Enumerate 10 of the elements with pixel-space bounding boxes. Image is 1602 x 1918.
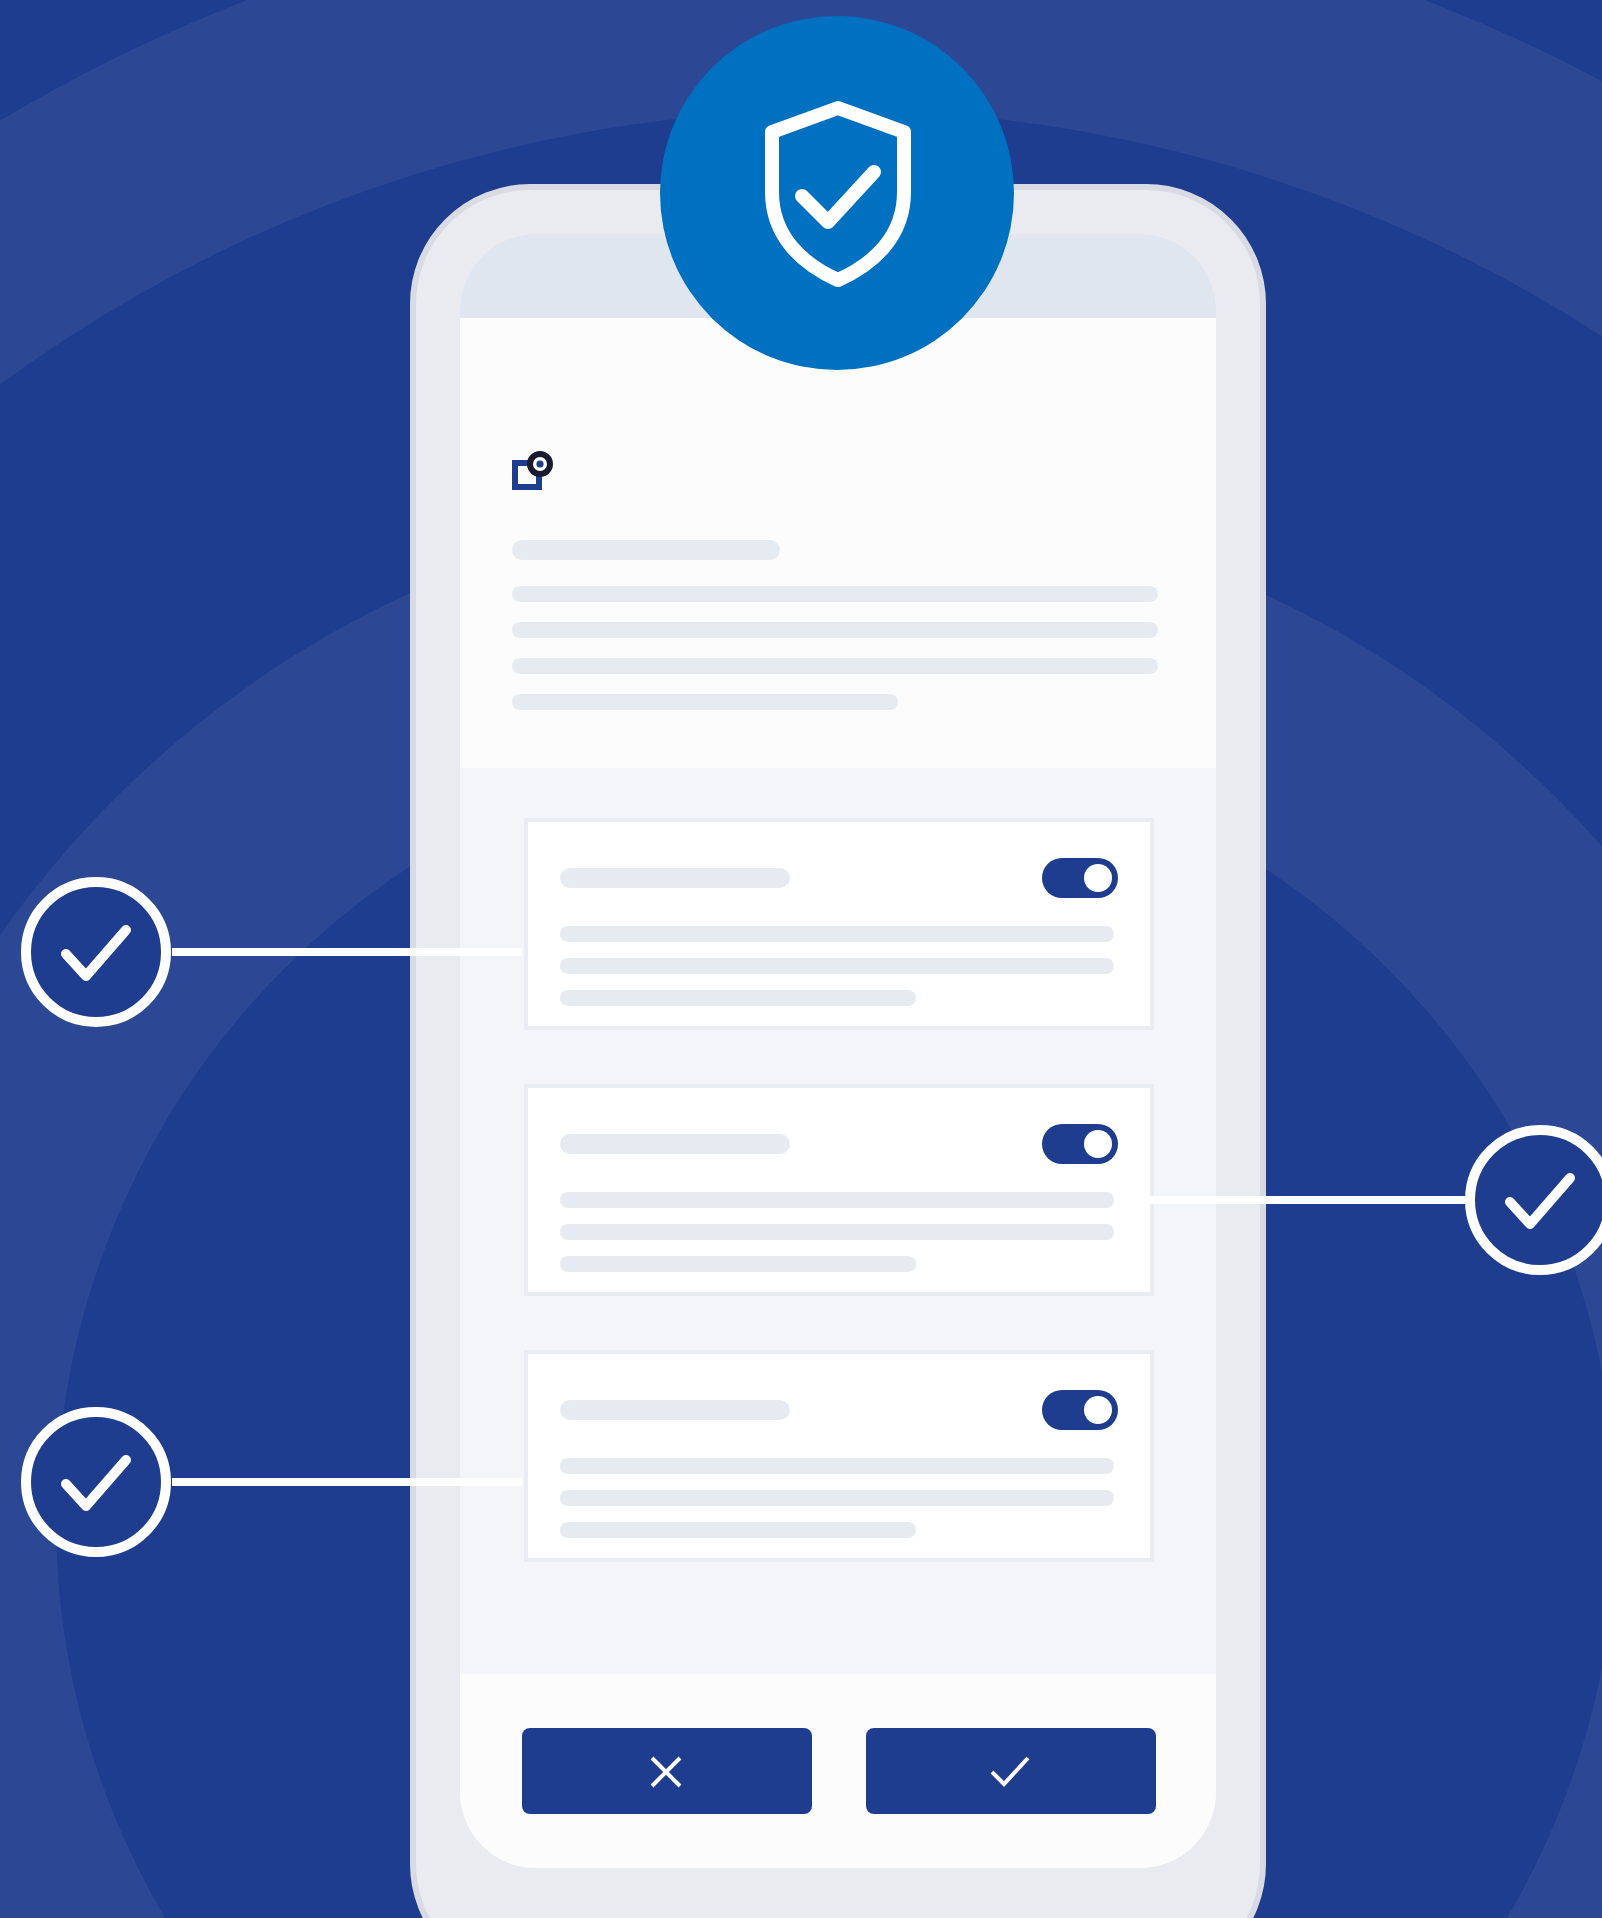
- toggle-switch[interactable]: [1041, 1124, 1117, 1164]
- toggle-switch[interactable]: [1041, 1390, 1117, 1430]
- checkmark-icon: [988, 1753, 1032, 1789]
- toggle-switch[interactable]: [1041, 858, 1117, 898]
- shield-check-icon: [761, 99, 913, 287]
- close-icon: [648, 1753, 684, 1789]
- check-circle-icon: [20, 1406, 172, 1558]
- logo-icon: [512, 450, 556, 490]
- cancel-button[interactable]: [521, 1728, 811, 1814]
- check-circle-icon: [20, 876, 172, 1028]
